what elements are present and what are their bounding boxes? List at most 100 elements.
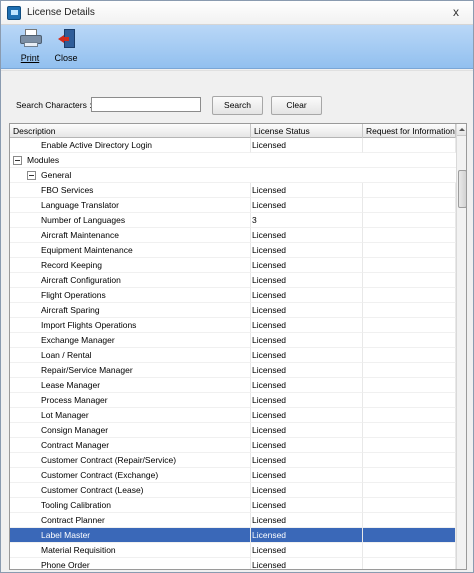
search-label: Search Characters : [16, 100, 92, 110]
request-info-cell[interactable] [363, 378, 456, 393]
table-row[interactable]: Material Requisition Licensed [10, 543, 456, 558]
column-header-description[interactable]: Description [10, 124, 251, 138]
vertical-scrollbar[interactable] [456, 124, 466, 569]
license-status-text: Licensed [252, 260, 287, 270]
close-button[interactable]: Close [51, 27, 81, 65]
request-info-cell[interactable] [363, 258, 456, 273]
table-row[interactable]: Language Translator Licensed [10, 198, 456, 213]
description-text: Contract Planner [41, 515, 105, 525]
table-row[interactable]: Loan / Rental Licensed [10, 348, 456, 363]
request-info-cell[interactable] [363, 288, 456, 303]
request-info-cell[interactable] [363, 558, 456, 569]
request-info-cell[interactable] [363, 318, 456, 333]
license-status-text: Licensed [252, 500, 287, 510]
table-row[interactable]: Consign Manager Licensed [10, 423, 456, 438]
license-status-cell: Licensed [251, 408, 363, 423]
table-row[interactable]: Exchange Manager Licensed [10, 333, 456, 348]
license-status-cell: Licensed [251, 198, 363, 213]
table-row[interactable]: Aircraft Maintenance Licensed [10, 228, 456, 243]
table-row[interactable]: Process Manager Licensed [10, 393, 456, 408]
table-row[interactable]: Tooling Calibration Licensed [10, 498, 456, 513]
request-info-cell[interactable] [363, 423, 456, 438]
description-cell: Number of Languages [10, 213, 251, 228]
request-info-cell[interactable] [363, 333, 456, 348]
description-cell: Equipment Maintenance [10, 243, 251, 258]
table-row[interactable]: Customer Contract (Exchange) Licensed [10, 468, 456, 483]
description-cell: Contract Manager [10, 438, 251, 453]
search-button[interactable]: Search [212, 96, 263, 115]
request-info-cell[interactable] [363, 408, 456, 423]
request-info-cell[interactable] [363, 498, 456, 513]
license-status-text: Licensed [252, 305, 287, 315]
description-cell: Enable Active Directory Login [10, 138, 251, 153]
description-text: Number of Languages [41, 215, 126, 225]
scroll-thumb[interactable] [458, 170, 466, 208]
table-row[interactable]: Customer Contract (Lease) Licensed [10, 483, 456, 498]
table-row[interactable]: Contract Manager Licensed [10, 438, 456, 453]
table-row[interactable]: Number of Languages 3 [10, 213, 456, 228]
request-info-cell[interactable] [363, 183, 456, 198]
request-info-cell[interactable] [363, 483, 456, 498]
description-cell: Customer Contract (Lease) [10, 483, 251, 498]
request-info-cell[interactable] [363, 513, 456, 528]
request-info-cell[interactable] [363, 543, 456, 558]
column-header-license-status[interactable]: License Status [251, 124, 363, 138]
scroll-up-arrow-icon[interactable] [457, 124, 466, 136]
description-cell: Lease Manager [10, 378, 251, 393]
table-row[interactable]: Contract Planner Licensed [10, 513, 456, 528]
request-info-cell[interactable] [363, 528, 456, 543]
description-text: Label Master [41, 530, 91, 540]
request-info-cell[interactable] [363, 198, 456, 213]
description-text: Aircraft Configuration [41, 275, 121, 285]
license-status-cell: Licensed [251, 513, 363, 528]
table-row[interactable]: Record Keeping Licensed [10, 258, 456, 273]
request-info-cell[interactable] [363, 363, 456, 378]
group-row[interactable]: Modules [10, 153, 456, 168]
table-row[interactable]: Lease Manager Licensed [10, 378, 456, 393]
collapse-icon[interactable] [13, 156, 22, 165]
table-row[interactable]: Aircraft Configuration Licensed [10, 273, 456, 288]
license-status-text: Licensed [252, 365, 287, 375]
table-row[interactable]: FBO Services Licensed [10, 183, 456, 198]
request-info-cell[interactable] [363, 303, 456, 318]
description-text: Import Flights Operations [41, 320, 137, 330]
request-info-cell[interactable] [363, 138, 456, 153]
request-info-cell[interactable] [363, 438, 456, 453]
table-row[interactable]: Phone Order Licensed [10, 558, 456, 569]
license-status-text: Licensed [252, 335, 287, 345]
request-info-cell[interactable] [363, 468, 456, 483]
license-status-cell: Licensed [251, 243, 363, 258]
request-info-cell[interactable] [363, 273, 456, 288]
table-row[interactable]: Aircraft Sparing Licensed [10, 303, 456, 318]
request-info-cell[interactable] [363, 393, 456, 408]
request-info-cell[interactable] [363, 243, 456, 258]
request-info-cell[interactable] [363, 348, 456, 363]
toolbar: Print Close [1, 25, 473, 69]
table-row[interactable]: Customer Contract (Repair/Service) Licens… [10, 453, 456, 468]
license-status-text: Licensed [252, 245, 287, 255]
license-status-cell: Licensed [251, 438, 363, 453]
table-row[interactable]: Repair/Service Manager Licensed [10, 363, 456, 378]
table-row[interactable]: Lot Manager Licensed [10, 408, 456, 423]
table-row[interactable]: Label Master Licensed [10, 528, 456, 543]
table-row[interactable]: Equipment Maintenance Licensed [10, 243, 456, 258]
license-status-text: Licensed [252, 410, 287, 420]
request-info-cell[interactable] [363, 453, 456, 468]
license-status-text: Licensed [252, 485, 287, 495]
search-input[interactable] [91, 97, 201, 112]
description-cell: Customer Contract (Exchange) [10, 468, 251, 483]
clear-button[interactable]: Clear [271, 96, 322, 115]
group-row[interactable]: General [10, 168, 456, 183]
table-row[interactable]: Flight Operations Licensed [10, 288, 456, 303]
license-status-cell: Licensed [251, 423, 363, 438]
table-row[interactable]: Import Flights Operations Licensed [10, 318, 456, 333]
column-header-request-for-information[interactable]: Request for Information [363, 124, 456, 138]
close-window-icon[interactable]: x [453, 5, 459, 19]
print-button[interactable]: Print [13, 27, 47, 65]
description-text: Process Manager [41, 395, 108, 405]
collapse-icon[interactable] [27, 171, 36, 180]
request-info-cell[interactable] [363, 228, 456, 243]
table-row[interactable]: Enable Active Directory Login Licensed [10, 138, 456, 153]
request-info-cell[interactable] [363, 213, 456, 228]
description-cell: Tooling Calibration [10, 498, 251, 513]
